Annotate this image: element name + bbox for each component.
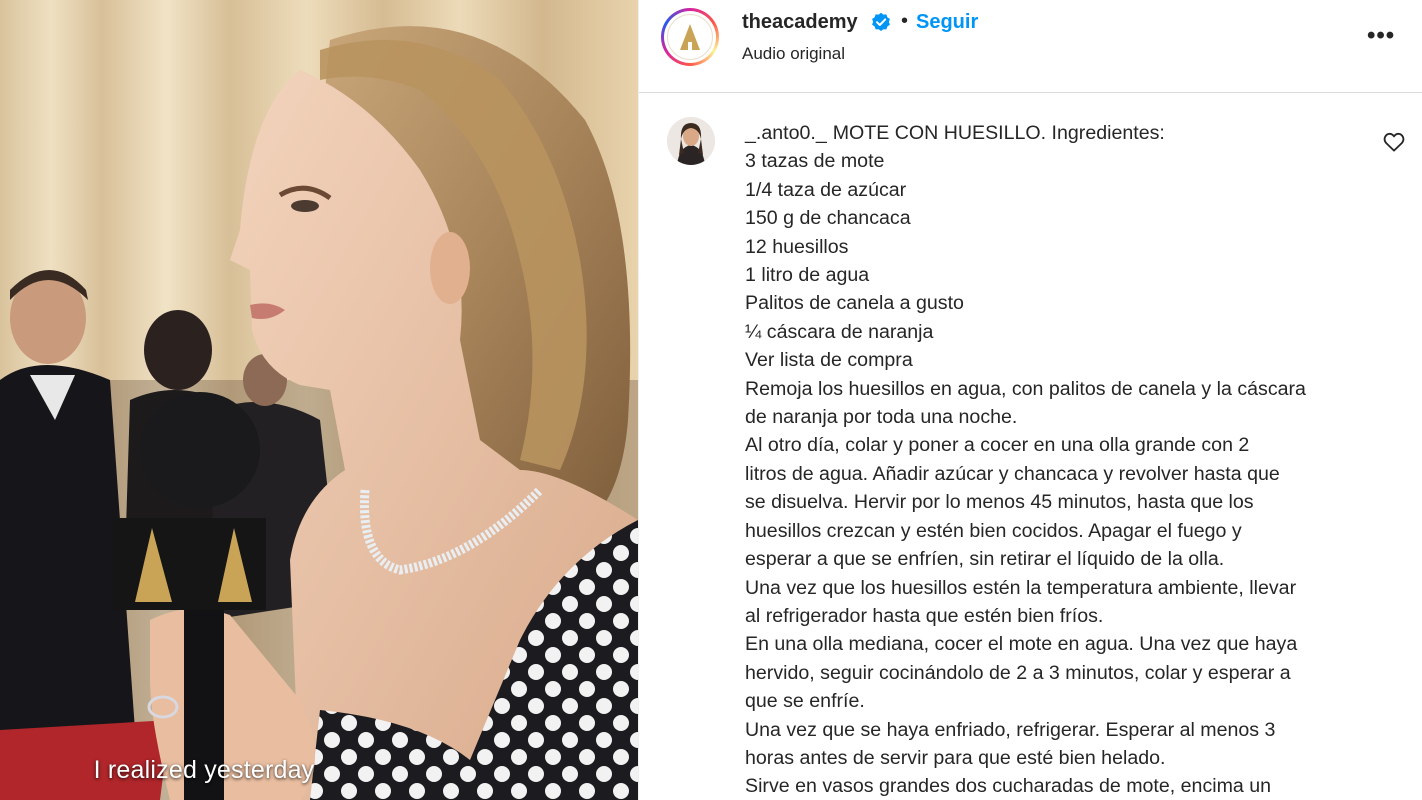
video-subtitle: I realized yesterday [93,756,315,784]
comment-line: al refrigerador hasta que estén bien frí… [745,604,1104,627]
follow-button[interactable]: Seguir [916,11,978,34]
comment-line: Ver lista de compra [745,349,913,372]
comment-author[interactable]: _.anto0._ [745,122,827,144]
comment-line: Al otro día, colar y poner a cocer en un… [745,434,1250,457]
comment-line: Una vez que se haya enfriado, refrigerar… [745,718,1276,741]
comment-line: Remoja los huesillos en agua, con palito… [745,377,1306,400]
avatar-frame [664,11,716,63]
video-player[interactable]: I realized yesterday [0,0,638,800]
comment-line: Palitos de canela a gusto [745,292,964,315]
comment-line: 1 litro de agua [745,264,870,287]
comment-avatar[interactable] [667,117,715,165]
comment-line: esperar a que se enfríen, sin retirar el… [745,548,1225,571]
verified-badge-icon [872,12,890,32]
post-header: theacademy • Seguir Audio original ••• [639,0,1422,93]
separator-dot: • [901,10,909,32]
profile-avatar[interactable] [661,8,719,66]
comment-line: 150 g de chancaca [745,207,911,230]
comment-line: se disuelva. Hervir por lo menos 45 minu… [745,491,1254,514]
comment-line: litros de agua. Añadir azúcar y chancaca… [745,462,1280,485]
post-panel: theacademy • Seguir Audio original ••• _… [638,0,1422,800]
more-options-icon[interactable]: ••• [1367,22,1395,50]
comment-line: 12 huesillos [745,235,849,258]
comment-line: 1/4 taza de azúcar [745,178,907,201]
comment-line: 3 tazas de mote [745,150,885,173]
comment-line: que se enfríe. [745,690,865,713]
comment-line: MOTE CON HUESILLO. Ingredientes: [832,122,1165,144]
comment-first-line: _.anto0._ MOTE CON HUESILLO. Ingredientes… [745,119,1375,147]
comment-line: hervido, seguir cocinándolo de 2 a 3 min… [745,661,1291,684]
comment-body: _.anto0._ MOTE CON HUESILLO. Ingredientes… [745,119,1375,800]
comment-line: En una olla mediana, cocer el mote en ag… [745,633,1298,656]
comment-line: de naranja por toda una noche. [745,406,1018,429]
heart-icon[interactable] [1383,132,1405,152]
comment-line: ¼ cáscara de naranja [745,320,934,343]
profile-username[interactable]: theacademy [742,11,858,34]
user-photo-icon [667,117,715,165]
comment-line: Una vez que los huesillos estén la tempe… [745,576,1297,599]
comment-line: horas antes de servir para que esté bien… [745,746,1166,769]
video-frame [0,0,638,800]
audio-label[interactable]: Audio original [742,44,845,64]
comment-line: Sirve en vasos grandes dos cucharadas de… [745,775,1272,798]
academy-logo-icon [667,14,713,60]
comment-line: huesillos crezcan y estén bien cocidos. … [745,519,1242,542]
